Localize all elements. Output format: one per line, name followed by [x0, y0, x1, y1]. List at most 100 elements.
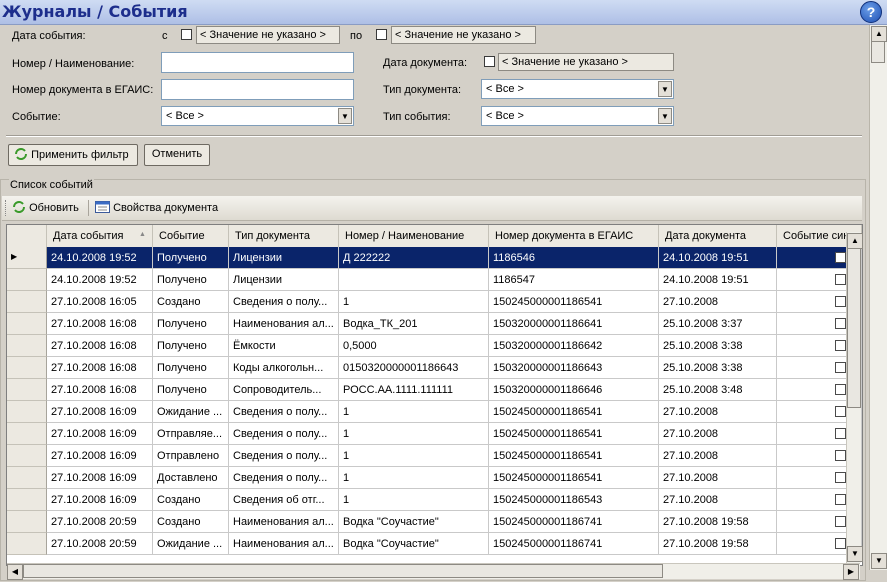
- table-cell: Водка "Соучастие": [339, 533, 489, 555]
- event-type-select[interactable]: < Все > ▼: [481, 106, 674, 126]
- row-header[interactable]: [7, 489, 47, 511]
- table-cell: Сведения о полу...: [229, 423, 339, 445]
- sync-checkbox[interactable]: [835, 362, 846, 373]
- table-row[interactable]: ▶ 24.10.2008 19:52 Получено Лицензии Д 22222…: [7, 247, 862, 269]
- row-header[interactable]: [7, 401, 47, 423]
- scroll-down-icon[interactable]: ▼: [871, 553, 887, 569]
- grid-horizontal-scrollbar[interactable]: ◀ ▶: [7, 563, 860, 580]
- grid-hscroll-thumb[interactable]: [23, 564, 663, 578]
- row-header[interactable]: [7, 423, 47, 445]
- cancel-button[interactable]: Отменить: [144, 144, 210, 166]
- column-header[interactable]: Номер / Наименование: [339, 225, 489, 247]
- column-header[interactable]: Событие: [153, 225, 229, 247]
- grid-scroll-down-icon[interactable]: ▼: [847, 546, 863, 562]
- to-date-checkbox[interactable]: [376, 29, 387, 40]
- scroll-right-icon[interactable]: ▶: [843, 564, 859, 580]
- to-date-field[interactable]: < Значение не указано >: [391, 26, 536, 44]
- sync-checkbox[interactable]: [835, 318, 846, 329]
- grid-scroll-thumb[interactable]: [847, 248, 861, 408]
- table-row[interactable]: 27.10.2008 16:09 Доставлено Сведения о пол…: [7, 467, 862, 489]
- sync-checkbox[interactable]: [835, 384, 846, 395]
- doc-date-field[interactable]: < Значение не указано >: [498, 53, 674, 71]
- sync-checkbox[interactable]: [835, 406, 846, 417]
- scroll-up-icon[interactable]: ▲: [871, 26, 887, 42]
- table-row[interactable]: 27.10.2008 20:59 Создано Наименования ал..…: [7, 511, 862, 533]
- from-date-checkbox[interactable]: [181, 29, 192, 40]
- table-cell: 25.10.2008 3:38: [659, 357, 777, 379]
- table-cell: 24.10.2008 19:51: [659, 247, 777, 269]
- table-cell: Доставлено: [153, 467, 229, 489]
- row-header[interactable]: [7, 335, 47, 357]
- row-header[interactable]: ▶: [7, 247, 47, 269]
- sync-checkbox[interactable]: [835, 428, 846, 439]
- number-label: Номер / Наименование:: [12, 58, 135, 70]
- table-cell: 150245000001186541: [489, 401, 659, 423]
- grid-vertical-scrollbar[interactable]: ▲ ▼: [846, 232, 863, 563]
- table-cell: 27.10.2008 16:08: [47, 357, 153, 379]
- row-header[interactable]: [7, 291, 47, 313]
- row-header[interactable]: [7, 445, 47, 467]
- table-cell: Получено: [153, 357, 229, 379]
- table-row[interactable]: 27.10.2008 16:09 Отправляе... Сведения о п…: [7, 423, 862, 445]
- table-cell: Сведения об отг...: [229, 489, 339, 511]
- sync-checkbox[interactable]: [835, 252, 846, 263]
- scroll-thumb[interactable]: [871, 41, 885, 63]
- cancel-label: Отменить: [151, 148, 203, 160]
- scroll-left-icon[interactable]: ◀: [7, 564, 23, 580]
- refresh-icon: [13, 201, 25, 213]
- sync-checkbox[interactable]: [835, 450, 846, 461]
- row-header[interactable]: [7, 269, 47, 291]
- sync-checkbox[interactable]: [835, 538, 846, 549]
- row-header[interactable]: [7, 379, 47, 401]
- table-row[interactable]: 27.10.2008 16:09 Отправлено Сведения о пол…: [7, 445, 862, 467]
- table-row[interactable]: 27.10.2008 16:08 Получено Наименования ал.…: [7, 313, 862, 335]
- grid-scroll-up-icon[interactable]: ▲: [847, 233, 863, 249]
- chevron-down-icon[interactable]: ▼: [658, 81, 672, 97]
- column-header[interactable]: Дата документа: [659, 225, 777, 247]
- sync-checkbox[interactable]: [835, 472, 846, 483]
- table-row[interactable]: 27.10.2008 16:08 Получено Коды алкогольн..…: [7, 357, 862, 379]
- table-row[interactable]: 27.10.2008 16:05 Создано Сведения о полу..…: [7, 291, 862, 313]
- column-header[interactable]: Дата события: [47, 225, 153, 247]
- sync-checkbox[interactable]: [835, 296, 846, 307]
- sync-checkbox[interactable]: [835, 516, 846, 527]
- column-header[interactable]: Номер документа в ЕГАИС: [489, 225, 659, 247]
- table-cell: 27.10.2008 16:09: [47, 445, 153, 467]
- table-cell: 0,5000: [339, 335, 489, 357]
- column-header[interactable]: Тип документа: [229, 225, 339, 247]
- table-row[interactable]: 27.10.2008 16:09 Ожидание ... Сведения о п…: [7, 401, 862, 423]
- table-cell: 150320000001186642: [489, 335, 659, 357]
- refresh-button[interactable]: Обновить: [12, 201, 79, 214]
- page-vertical-scrollbar[interactable]: ▲ ▼: [869, 25, 887, 570]
- egais-number-input[interactable]: [161, 79, 354, 100]
- row-header[interactable]: [7, 313, 47, 335]
- row-header[interactable]: [7, 357, 47, 379]
- table-row[interactable]: 27.10.2008 16:09 Создано Сведения об отг..…: [7, 489, 862, 511]
- table-cell: 27.10.2008 19:58: [659, 511, 777, 533]
- egais-number-label: Номер документа в ЕГАИС:: [12, 84, 154, 96]
- table-row[interactable]: 24.10.2008 19:52 Получено Лицензии 1186547 2…: [7, 269, 862, 291]
- document-properties-button[interactable]: Свойства документа: [95, 201, 218, 214]
- row-header[interactable]: [7, 467, 47, 489]
- table-row[interactable]: 27.10.2008 20:59 Ожидание ... Наименования…: [7, 533, 862, 555]
- table-cell: 27.10.2008: [659, 489, 777, 511]
- row-header[interactable]: [7, 533, 47, 555]
- doc-type-label: Тип документа:: [383, 84, 462, 96]
- doc-date-checkbox[interactable]: [484, 56, 495, 67]
- from-date-field[interactable]: < Значение не указано >: [196, 26, 340, 44]
- row-header[interactable]: [7, 511, 47, 533]
- sync-checkbox[interactable]: [835, 274, 846, 285]
- table-cell: 27.10.2008 16:09: [47, 423, 153, 445]
- table-cell: 24.10.2008 19:51: [659, 269, 777, 291]
- sync-checkbox[interactable]: [835, 340, 846, 351]
- sync-checkbox[interactable]: [835, 494, 846, 505]
- number-input[interactable]: [161, 52, 354, 73]
- help-icon[interactable]: ?: [860, 1, 882, 23]
- table-row[interactable]: 27.10.2008 16:08 Получено Ёмкости 0,5000 150…: [7, 335, 862, 357]
- table-row[interactable]: 27.10.2008 16:08 Получено Сопроводитель...…: [7, 379, 862, 401]
- event-select[interactable]: < Все > ▼: [161, 106, 354, 126]
- chevron-down-icon[interactable]: ▼: [338, 108, 352, 124]
- chevron-down-icon[interactable]: ▼: [658, 108, 672, 124]
- doc-type-select[interactable]: < Все > ▼: [481, 79, 674, 99]
- apply-filter-button[interactable]: Применить фильтр: [8, 144, 138, 166]
